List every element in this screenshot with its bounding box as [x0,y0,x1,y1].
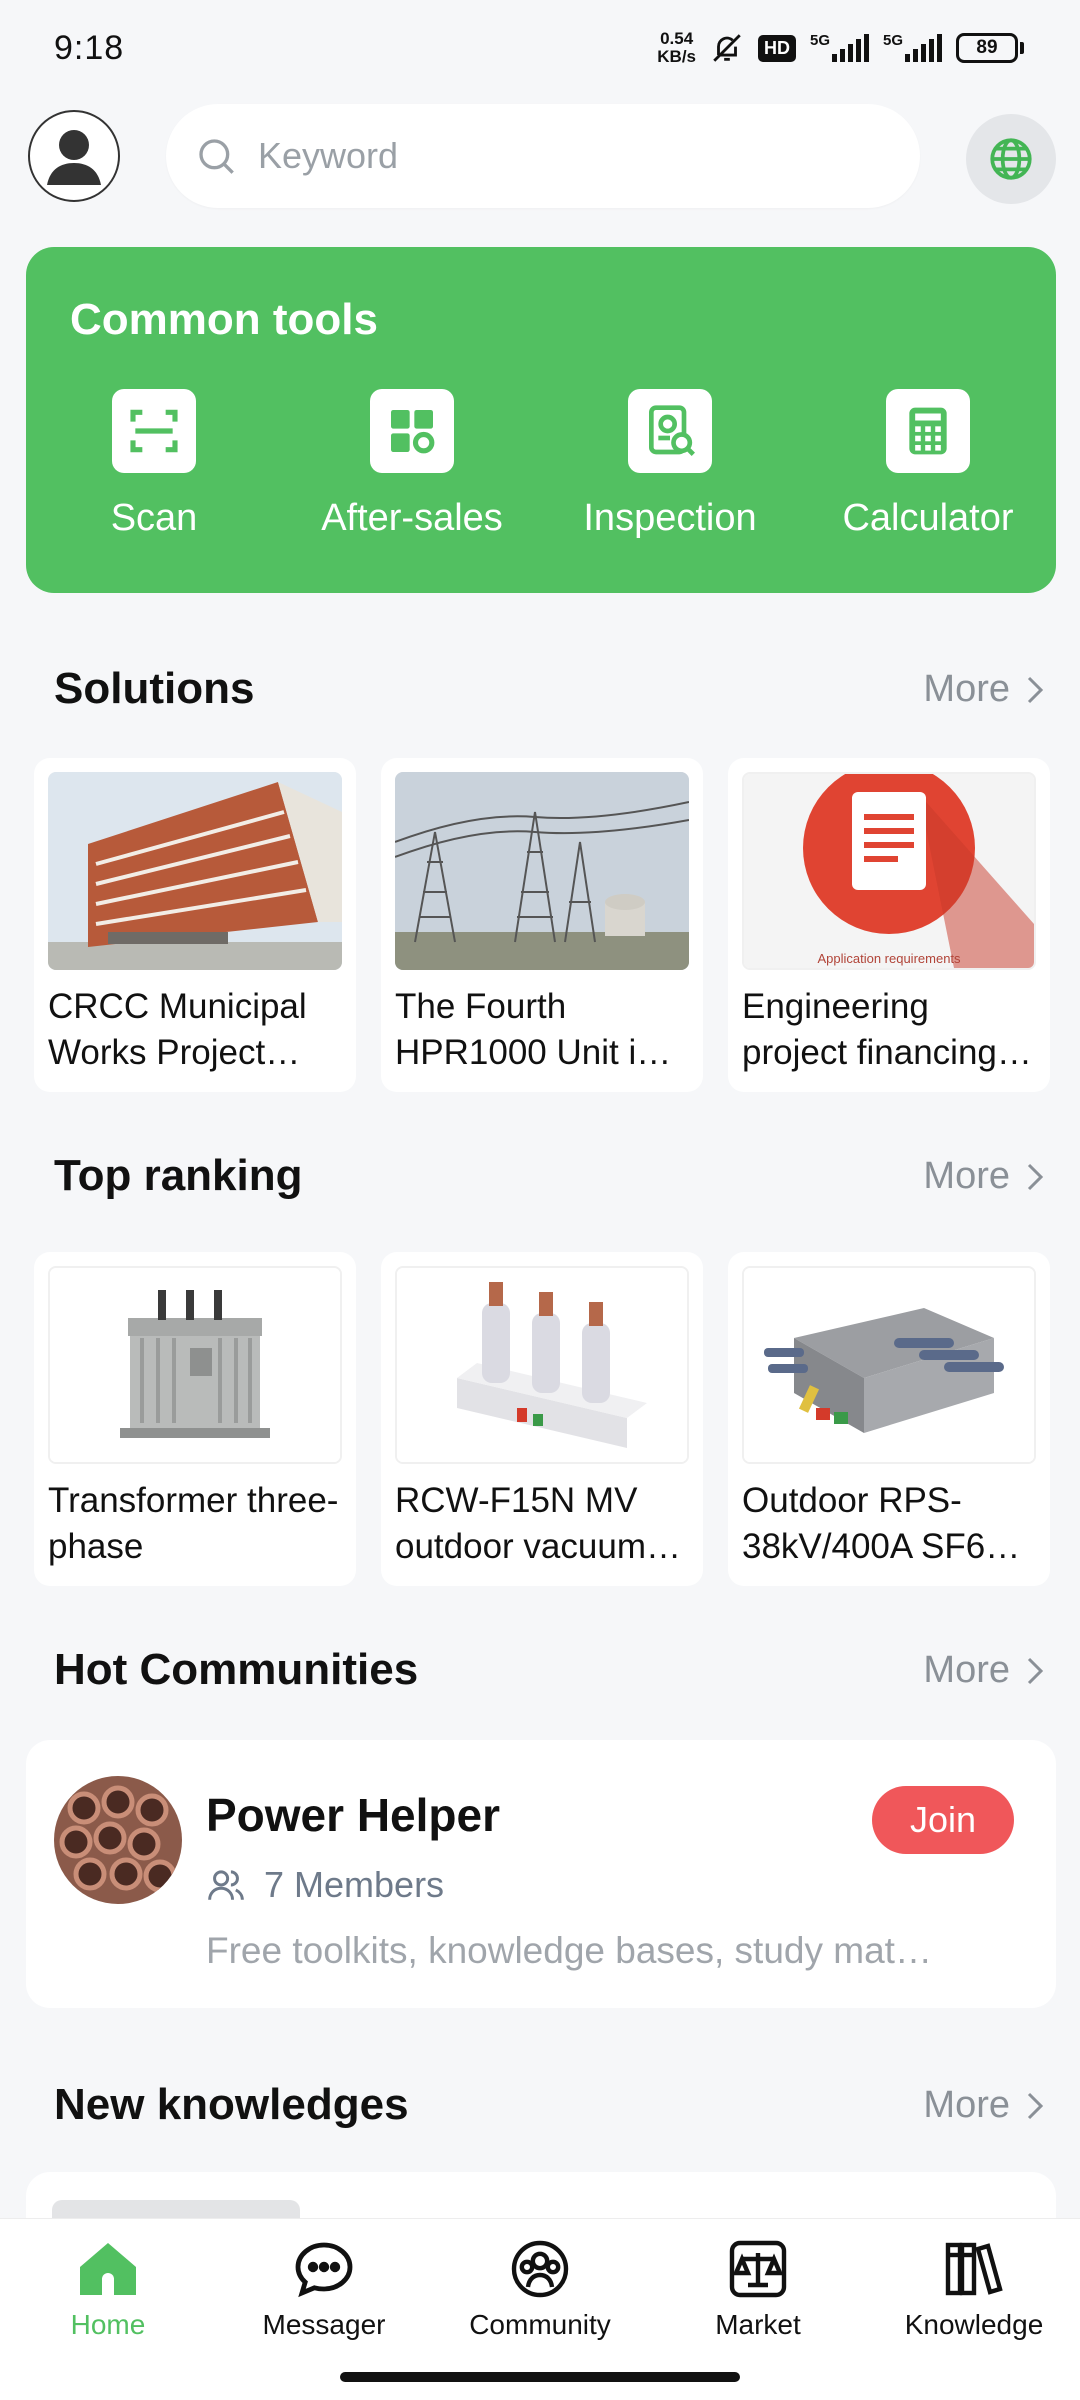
community-icon [511,2240,569,2298]
knowledge-more-link[interactable]: More [923,2084,1046,2127]
nav-community[interactable]: Community [440,2239,640,2341]
signal-label-2: 5G [883,32,904,49]
section-title: Hot Communities [54,1645,419,1694]
status-icons: 0.54 KB/s HD 5G 5G 89 [657,30,1024,66]
ranking-header: Top ranking More [0,1151,1080,1211]
tool-label: Inspection [583,497,757,539]
more-label: More [923,1155,1010,1197]
section-title: New knowledges [54,2080,409,2129]
join-button[interactable]: Join [872,1786,1014,1854]
tool-calculator[interactable]: Calculator [803,389,1053,540]
nav-messager[interactable]: Messager [224,2239,424,2341]
solutions-header: Solutions More [0,664,1080,724]
after-sales-icon [370,389,454,473]
nav-knowledge[interactable]: Knowledge [874,2239,1074,2341]
chat-bubble-icon [295,2242,353,2298]
common-tools-card: Common tools Scan After-sales Inspection [26,247,1056,593]
product-card[interactable]: Outdoor RPS-38kV/400A SF6 load break swi… [728,1252,1050,1586]
inspection-icon [628,389,712,473]
nav-label: Knowledge [904,2309,1044,2340]
solution-card[interactable]: Application requirements Engineering pro… [728,758,1050,1092]
nav-label: Home [70,2309,146,2340]
books-icon [945,2242,1003,2296]
tool-label: Scan [110,497,198,539]
solution-thumbnail [48,772,342,970]
tool-label: Calculator [842,497,1014,539]
product-caption: Outdoor RPS-38kV/400A SF6 load break swi… [742,1481,986,1566]
tool-inspection[interactable]: Inspection [545,389,795,540]
chevron-right-icon [1027,1657,1044,1684]
home-indicator [340,2372,740,2382]
product-caption: RCW-F15N MV outdoor vacuum circuit break… [395,1481,646,1566]
product-thumbnail [395,1266,689,1464]
solutions-more-link[interactable]: More [923,668,1046,711]
nav-label: Market [715,2309,801,2340]
knowledge-header: New knowledges More [0,2080,1080,2140]
product-thumbnail [742,1266,1036,1464]
community-name: Power Helper [206,1789,500,1841]
section-title: Top ranking [54,1151,303,1200]
nav-home[interactable]: Home [8,2239,208,2341]
product-card[interactable]: RCW-F15N MV outdoor vacuum circuit break… [381,1252,703,1586]
community-card[interactable]: Power Helper 7 Members Free toolkits, kn… [26,1740,1056,2008]
community-members: 7 Members [206,1864,444,1906]
common-tools-title: Common tools [70,295,378,344]
scale-icon [729,2240,787,2298]
more-label: More [923,668,1010,710]
signal-strength-icon-2: 5G [883,32,942,62]
battery-level: 89 [976,37,998,58]
globe-icon [990,138,1032,180]
product-thumbnail [48,1266,342,1464]
calculator-icon [886,389,970,473]
solution-thumbnail [395,772,689,970]
status-bar: 9:18 0.54 KB/s HD 5G 5G 89 [0,0,1080,96]
communities-header: Hot Communities More [0,1645,1080,1705]
product-card[interactable]: Transformer three-phase [34,1252,356,1586]
home-icon [80,2243,136,2295]
section-title: Solutions [54,664,255,713]
nav-label: Messager [262,2309,386,2340]
user-icon [47,130,101,185]
chevron-right-icon [1027,2092,1044,2119]
solution-thumbnail: Application requirements [742,772,1036,970]
solution-caption: CRCC Municipal Works Project Constructio… [48,987,307,1072]
members-count: 7 Members [264,1864,445,1905]
battery-icon: 89 [956,33,1024,63]
mute-bell-icon [710,31,744,65]
search-icon [199,139,234,174]
network-speed-unit: KB/s [657,47,696,66]
status-time: 9:18 [54,28,125,67]
network-speed-value: 0.54 [660,29,694,48]
hd-badge: HD [758,34,796,62]
more-label: More [923,2084,1010,2126]
ranking-more-link[interactable]: More [923,1155,1046,1198]
search-input[interactable] [258,135,818,177]
members-icon [208,1870,244,1900]
scan-icon [112,389,196,473]
community-description: Free toolkits, knowledge bases, study ma… [206,1930,946,1971]
solution-caption: Engineering project financing requiremen… [742,987,997,1072]
chevron-right-icon [1027,1163,1044,1190]
chevron-right-icon [1027,676,1044,703]
product-caption: Transformer three-phase [48,1481,339,1566]
more-label: More [923,1649,1010,1691]
tool-label: After-sales [321,497,503,539]
language-button[interactable] [966,114,1056,204]
tool-scan[interactable]: Scan [29,389,279,540]
tool-after-sales[interactable]: After-sales [287,389,537,540]
nav-market[interactable]: Market [658,2239,858,2341]
network-speed: 0.54 KB/s [657,30,696,66]
signal-strength-icon: 5G [810,32,869,62]
search-bar[interactable] [166,104,920,208]
profile-avatar[interactable] [28,110,120,202]
signal-label: 5G [810,32,831,49]
community-avatar [54,1776,182,1904]
solution-caption: The Fourth HPR1000 Unit in Operation [395,987,656,1072]
solution-card[interactable]: CRCC Municipal Works Project Constructio… [34,758,356,1092]
communities-more-link[interactable]: More [923,1649,1046,1692]
header [0,104,1080,208]
solution-card[interactable]: The Fourth HPR1000 Unit in Operation [381,758,703,1092]
nav-label: Community [469,2309,611,2340]
thumbnail-text: Application requirements [817,951,961,966]
